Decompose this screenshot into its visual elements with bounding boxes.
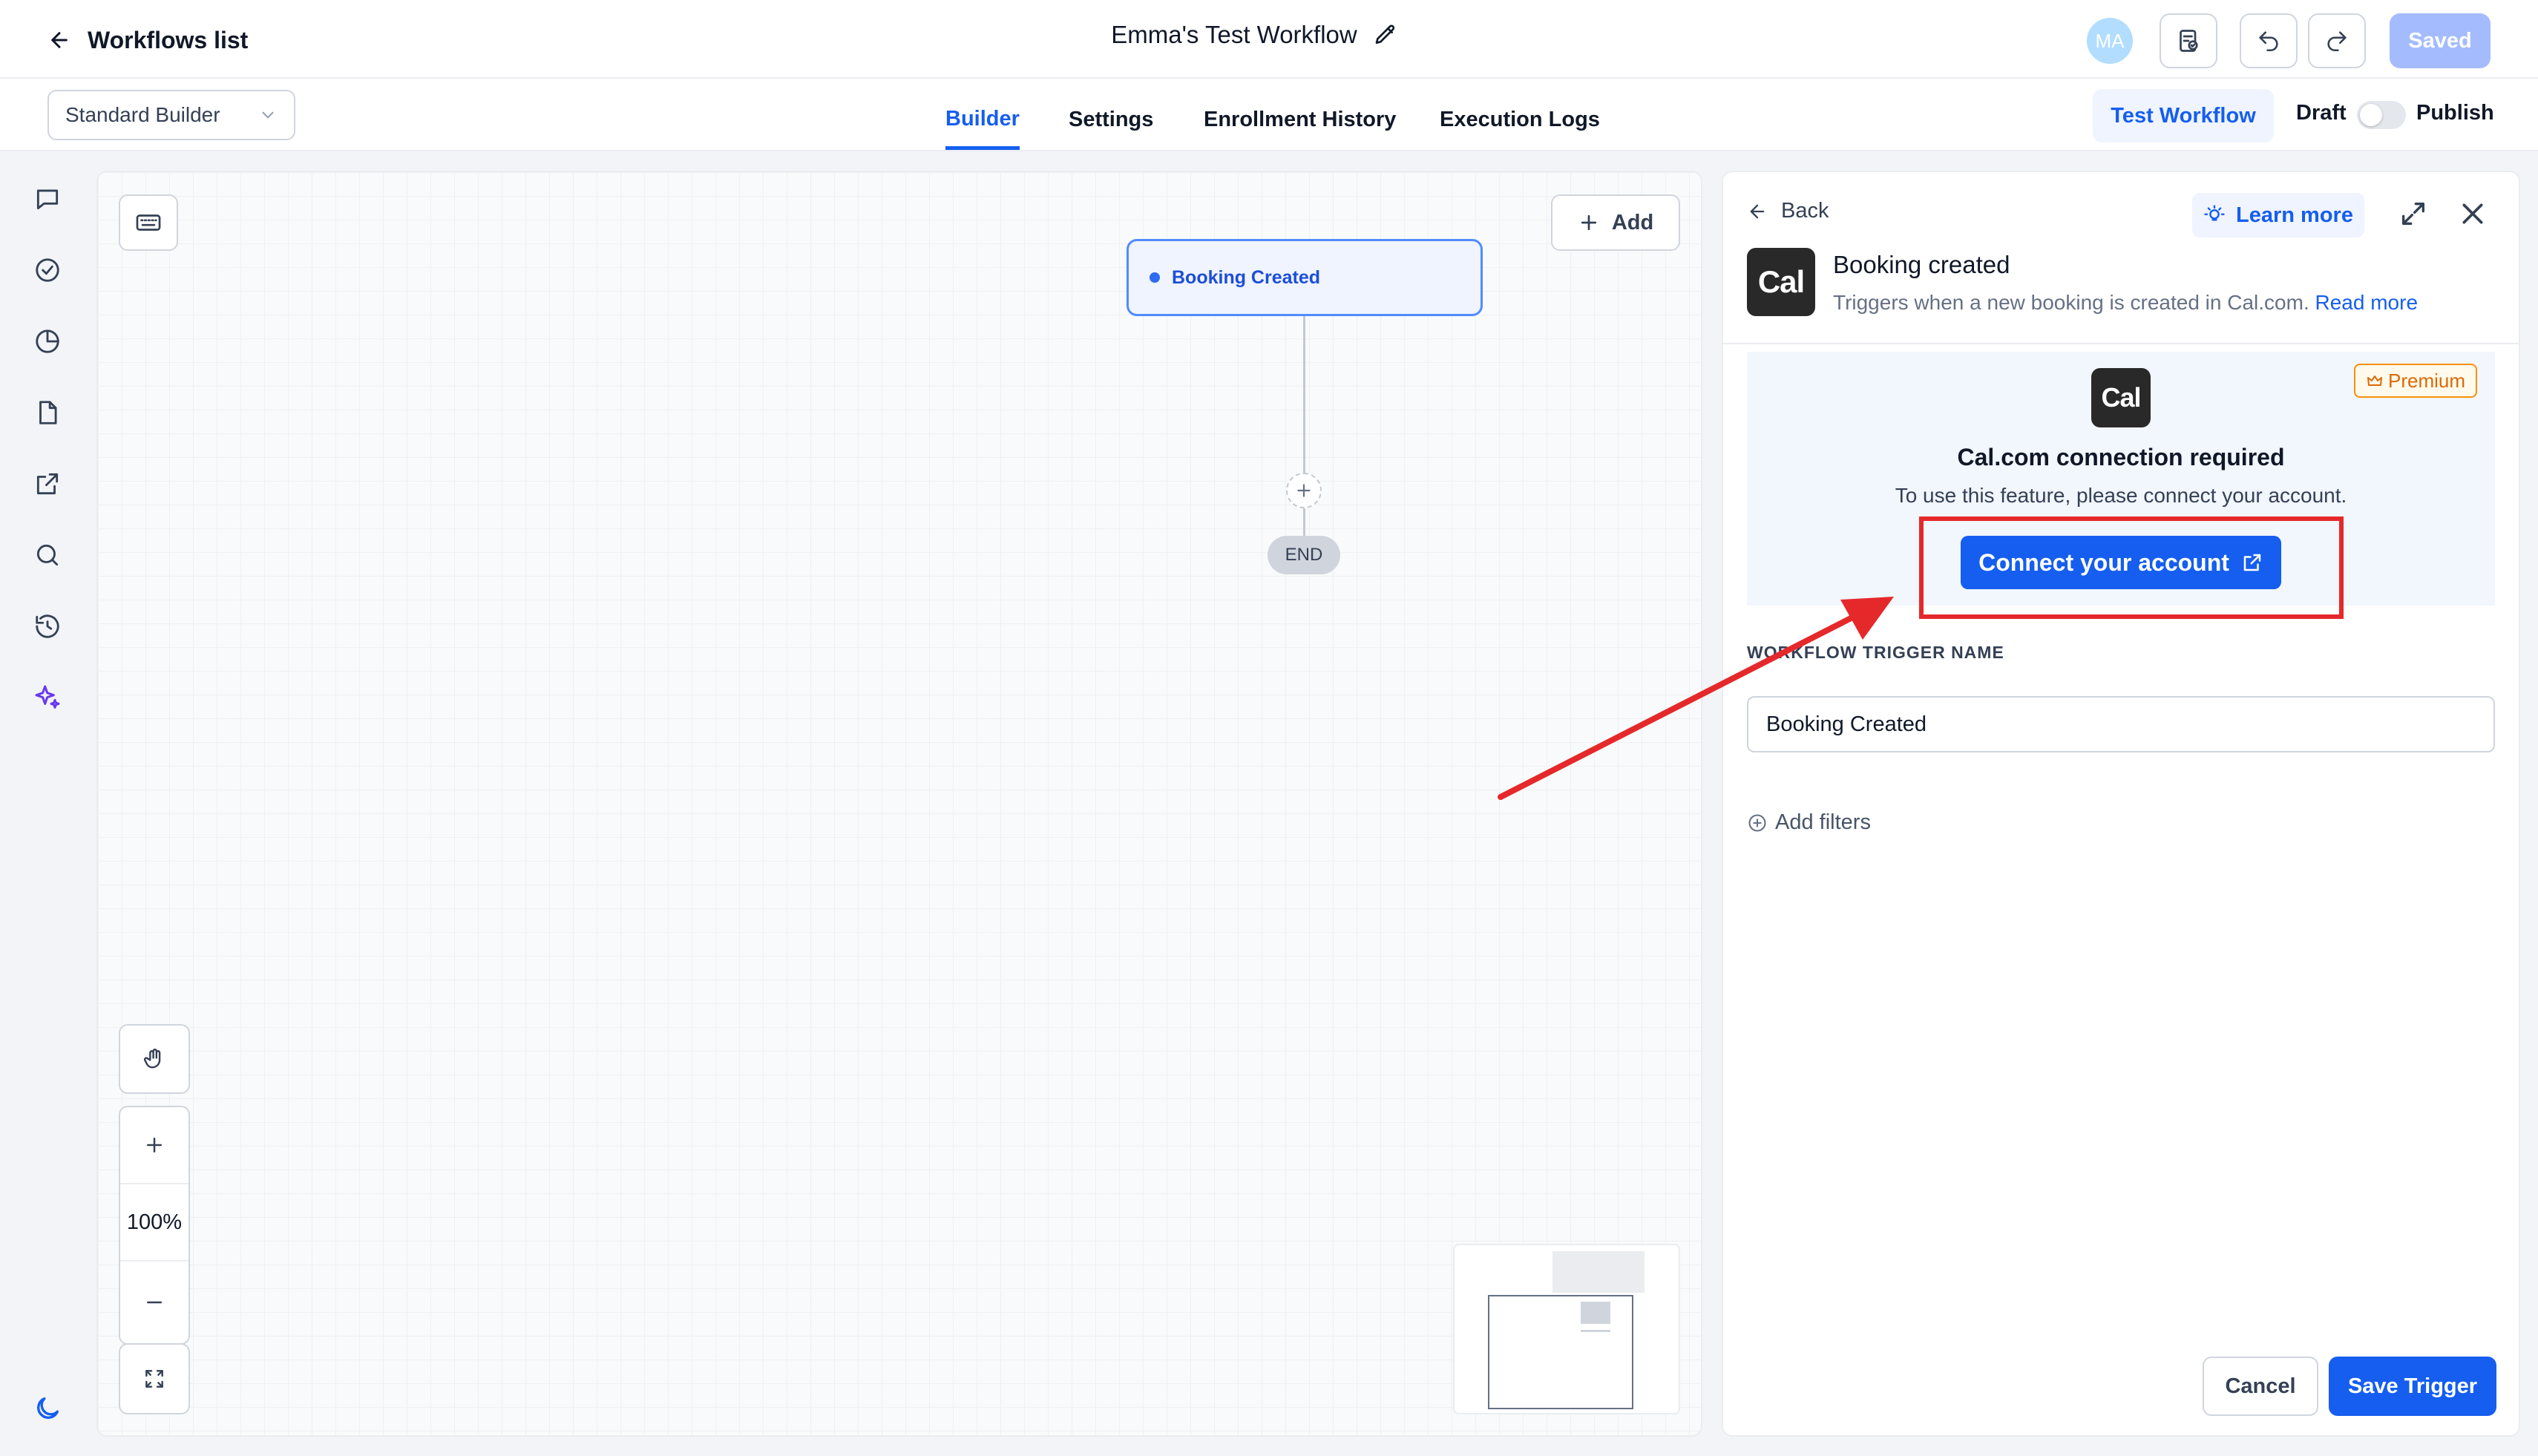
- zoom-out-button[interactable]: [120, 1262, 188, 1343]
- arrow-left-icon: [1747, 201, 1768, 222]
- add-button[interactable]: Add: [1551, 194, 1680, 251]
- undo-button[interactable]: [2240, 13, 2298, 68]
- workflow-title: Emma's Test Workflow: [1111, 21, 1357, 48]
- builder-mode-value: Standard Builder: [65, 103, 220, 126]
- add-filters-label: Add filters: [1775, 810, 1871, 834]
- add-filters-button[interactable]: Add filters: [1747, 810, 1871, 835]
- arrow-left-icon: [47, 28, 71, 52]
- connection-subtitle: To use this feature, please connect your…: [1895, 484, 2347, 507]
- plus-icon: [1294, 481, 1314, 500]
- trigger-description: Triggers when a new booking is created i…: [1833, 291, 2309, 314]
- read-more-link[interactable]: Read more: [2315, 291, 2419, 314]
- workflows-list-label: Workflows list: [88, 26, 249, 53]
- add-label: Add: [1611, 210, 1654, 235]
- status-dot: [1150, 272, 1160, 283]
- clipboard-check-icon: [2175, 27, 2202, 54]
- minimap[interactable]: [1453, 1244, 1680, 1414]
- panel-back-label: Back: [1781, 199, 1829, 223]
- moon-icon[interactable]: [31, 1392, 64, 1425]
- redo-button[interactable]: [2308, 13, 2366, 68]
- annotation-highlight-box: [1919, 517, 2344, 619]
- trigger-title: Booking created: [1833, 251, 2010, 278]
- minus-icon: [143, 1291, 165, 1314]
- history-icon[interactable]: [31, 610, 64, 643]
- builder-mode-select[interactable]: Standard Builder: [47, 90, 295, 140]
- undo-icon: [2256, 28, 2281, 53]
- keyboard-icon: [134, 209, 163, 237]
- zoom-controls: 100%: [119, 1106, 190, 1345]
- trigger-name-input[interactable]: Booking Created: [1747, 696, 2495, 752]
- cancel-button[interactable]: Cancel: [2203, 1357, 2318, 1416]
- connection-title: Cal.com connection required: [1957, 444, 2285, 470]
- workflows-list-back-link[interactable]: Workflows list: [47, 24, 248, 56]
- clipboard-check-button[interactable]: [2160, 13, 2217, 68]
- expand-icon[interactable]: [2398, 199, 2428, 229]
- plus-icon: [1578, 211, 1600, 234]
- cal-logo: Cal: [1747, 248, 1815, 316]
- tab-builder[interactable]: Builder: [945, 89, 1020, 150]
- tab-enrollment-history[interactable]: Enrollment History: [1204, 89, 1396, 150]
- fit-view-icon: [142, 1367, 166, 1391]
- sparkle-icon[interactable]: [31, 681, 64, 714]
- plus-circle-icon: [1747, 813, 1768, 833]
- keyboard-shortcuts-button[interactable]: [119, 194, 178, 251]
- pan-hand-button[interactable]: [119, 1024, 190, 1094]
- tab-execution-logs[interactable]: Execution Logs: [1440, 89, 1600, 150]
- pie-chart-icon[interactable]: [31, 325, 64, 358]
- edit-pencil-icon[interactable]: [1374, 23, 1397, 47]
- publish-toggle[interactable]: [2357, 101, 2406, 129]
- trigger-description-row: Triggers when a new booking is created i…: [1833, 291, 2418, 315]
- crown-icon: [2366, 372, 2384, 390]
- trigger-node-label: Booking Created: [1172, 266, 1321, 288]
- plus-icon: [143, 1134, 165, 1156]
- chevron-down-icon: [258, 105, 278, 125]
- trigger-node-booking-created[interactable]: Booking Created: [1127, 239, 1483, 316]
- trigger-name-label: WORKFLOW TRIGGER NAME: [1747, 643, 2004, 662]
- premium-label: Premium: [2387, 369, 2465, 392]
- document-icon[interactable]: [31, 396, 64, 429]
- check-circle-icon[interactable]: [31, 254, 64, 286]
- panel-back-button[interactable]: Back: [1747, 199, 1829, 223]
- save-trigger-button[interactable]: Save Trigger: [2329, 1357, 2496, 1416]
- tab-settings[interactable]: Settings: [1069, 89, 1153, 150]
- zoom-level: 100%: [120, 1184, 188, 1262]
- divider: [1723, 343, 2519, 344]
- close-icon[interactable]: [2458, 199, 2488, 229]
- test-workflow-button[interactable]: Test Workflow: [2093, 89, 2274, 142]
- lightbulb-icon: [2203, 204, 2226, 226]
- redo-icon: [2324, 28, 2350, 53]
- saved-button[interactable]: Saved: [2390, 13, 2491, 68]
- search-icon[interactable]: [31, 539, 64, 571]
- user-avatar[interactable]: MA: [2087, 18, 2133, 64]
- chat-icon[interactable]: [31, 183, 64, 215]
- publish-label: Publish: [2416, 101, 2494, 125]
- end-node: END: [1268, 536, 1340, 574]
- learn-more-button[interactable]: Learn more: [2192, 193, 2364, 237]
- premium-badge: Premium: [2354, 364, 2477, 398]
- hand-icon: [142, 1046, 167, 1072]
- fit-view-button[interactable]: [119, 1343, 190, 1414]
- cal-logo: Cal: [2091, 368, 2151, 427]
- draft-label: Draft: [2296, 101, 2347, 125]
- external-link-icon[interactable]: [31, 468, 64, 500]
- zoom-in-button[interactable]: [120, 1107, 188, 1184]
- add-step-button[interactable]: [1286, 473, 1322, 508]
- learn-more-label: Learn more: [2236, 203, 2353, 227]
